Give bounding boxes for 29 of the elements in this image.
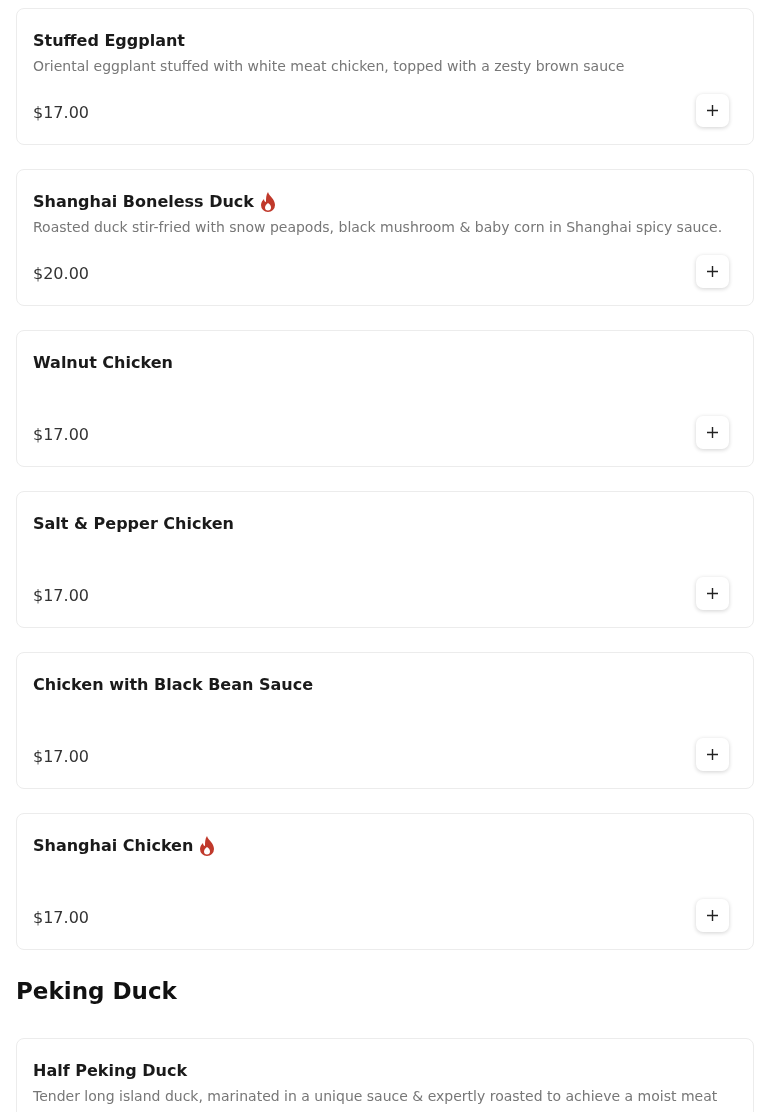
add-button[interactable] <box>696 416 729 449</box>
item-name: Walnut Chicken <box>33 352 173 374</box>
add-button[interactable] <box>696 94 729 127</box>
item-price: $20.00 <box>33 263 89 285</box>
item-description: Tender long island duck, marinated in a unique sauce & expertly roasted to achieve a moist meat <box>33 1087 719 1106</box>
item-price: $17.00 <box>33 424 89 446</box>
plus-icon <box>707 910 718 921</box>
item-name: Chicken with Black Bean Sauce <box>33 674 314 696</box>
item-description: Roasted duck stir-fried with snow peapods, black mushroom & baby corn in Shanghai spicy sauce. <box>33 218 724 237</box>
item-price: $17.00 <box>33 102 89 124</box>
add-button[interactable] <box>696 577 729 610</box>
item-price: $17.00 <box>33 907 89 929</box>
plus-icon <box>707 266 718 277</box>
item-price: $17.00 <box>33 746 89 768</box>
item-name: Shanghai Chicken <box>33 835 194 857</box>
add-button[interactable] <box>696 255 729 288</box>
plus-icon <box>707 105 718 116</box>
plus-icon <box>707 588 718 599</box>
item-name: Stuffed Eggplant <box>33 30 185 52</box>
add-button[interactable] <box>696 899 729 932</box>
item-name: Shanghai Boneless Duck <box>33 191 254 213</box>
item-name: Salt & Pepper Chicken <box>33 513 234 535</box>
plus-icon <box>707 749 718 760</box>
plus-icon <box>707 427 718 438</box>
add-button[interactable] <box>696 738 729 771</box>
item-price: $17.00 <box>33 585 89 607</box>
section-heading: Peking Duck <box>16 978 178 1004</box>
item-description: Oriental eggplant stuffed with white meat chicken, topped with a zesty brown sauce <box>33 57 626 76</box>
item-name: Half Peking Duck <box>33 1060 188 1082</box>
